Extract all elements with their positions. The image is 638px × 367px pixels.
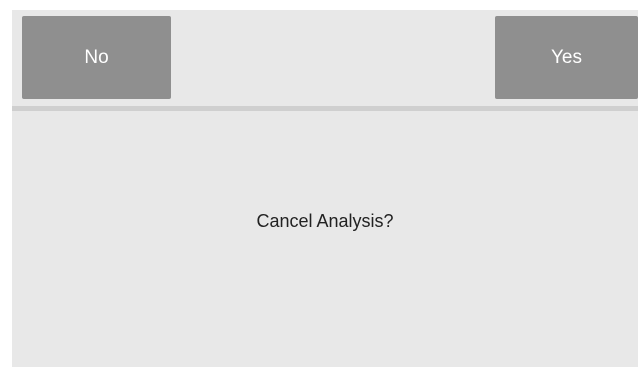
dialog-body: Cancel Analysis? bbox=[12, 111, 638, 367]
confirm-dialog: No Yes Cancel Analysis? bbox=[12, 10, 638, 367]
dialog-toolbar: No Yes bbox=[12, 10, 638, 106]
confirm-message: Cancel Analysis? bbox=[256, 211, 394, 231]
no-button[interactable]: No bbox=[22, 16, 171, 99]
yes-button-label: Yes bbox=[551, 46, 582, 68]
no-button-label: No bbox=[84, 46, 109, 68]
yes-button[interactable]: Yes bbox=[495, 16, 638, 99]
